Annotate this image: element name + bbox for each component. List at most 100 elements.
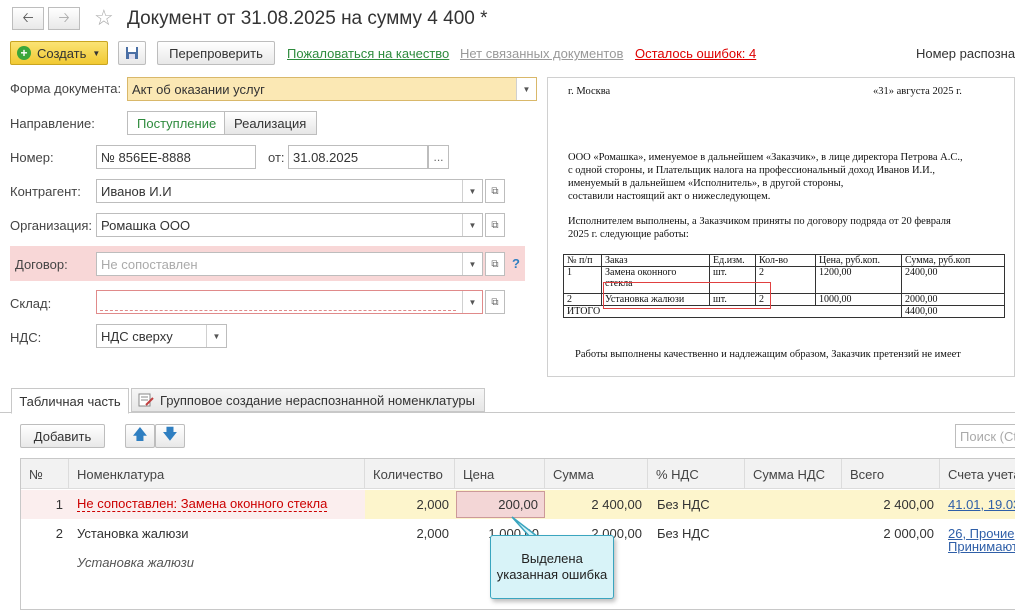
row-total[interactable]: 2 400,00 (842, 490, 934, 519)
row-subname: Установка жалюзи (77, 555, 194, 570)
number-label: Номер: (10, 150, 54, 165)
chevron-down-icon[interactable]: ▼ (516, 78, 536, 100)
chevron-down-icon[interactable]: ▼ (462, 180, 482, 202)
preview-works-text: Исполнителем выполнены, а Заказчиком при… (568, 216, 951, 240)
col-total[interactable]: Всего (842, 459, 940, 489)
row-price[interactable]: 200,00 (456, 491, 545, 518)
error-underline (100, 310, 456, 311)
window-title: Документ от 31.08.2025 на сумму 4 400 * (127, 8, 488, 29)
errors-link[interactable]: Осталось ошибок: 4 (635, 46, 756, 61)
tab-table-part[interactable]: Табличная часть (11, 388, 129, 414)
warehouse-label: Склад: (10, 296, 52, 311)
counterparty-field[interactable]: Иванов И.И ▼ (96, 179, 483, 203)
create-label: Создать (37, 45, 87, 61)
recognized-number-label: Номер распозна (916, 46, 1015, 61)
contract-placeholder: Не сопоставлен (101, 256, 198, 272)
forward-button[interactable]: 🡢 (48, 7, 80, 30)
move-up-button[interactable]: 🡅 (125, 424, 155, 448)
help-icon[interactable]: ? (512, 256, 520, 271)
arrow-up-icon: 🡅 (132, 425, 148, 443)
open-contract-button[interactable]: ⧉ (485, 252, 505, 276)
chevron-down-icon[interactable]: ▼ (462, 291, 482, 313)
create-button[interactable]: + Создать ▼ (10, 41, 108, 65)
complain-link[interactable]: Пожаловаться на качество (287, 46, 449, 61)
direction-label: Направление: (10, 116, 95, 131)
direction-out-toggle[interactable]: Реализация (224, 111, 317, 135)
chevron-down-icon[interactable]: ▼ (462, 253, 482, 275)
row-sum[interactable]: 2 400,00 (545, 490, 642, 519)
direction-in-toggle[interactable]: Поступление (127, 111, 227, 135)
chevron-down-icon: ▼ (92, 48, 101, 58)
row-vat[interactable]: Без НДС (657, 490, 710, 519)
tab-group-create-label: Групповое создание нераспознанной номенк… (160, 392, 476, 408)
preview-footer: Работы выполнены качественно и надлежащи… (575, 349, 961, 360)
row-accounts-link[interactable]: 41.01, 19.03 (948, 490, 1015, 519)
col-n[interactable]: № (21, 459, 69, 489)
open-icon: ⧉ (491, 296, 499, 308)
row-total[interactable]: 2 000,00 (842, 519, 934, 548)
open-icon: ⧉ (491, 258, 499, 270)
doc-form-select[interactable]: Акт об оказании услуг ▼ (127, 77, 537, 101)
star-icon[interactable]: ☆ (94, 5, 114, 31)
row-number: 2 (55, 526, 63, 541)
vat-value: НДС сверху (101, 328, 173, 344)
add-button[interactable]: Добавить (20, 424, 105, 448)
org-field[interactable]: Ромашка ООО ▼ (96, 213, 483, 237)
arrow-right-icon: 🡢 (58, 8, 70, 25)
related-docs-link[interactable]: Нет связанных документов (460, 46, 623, 61)
col-vat[interactable]: % НДС (648, 459, 745, 489)
col-vat-sum[interactable]: Сумма НДС (745, 459, 842, 489)
col-name[interactable]: Номенклатура (69, 459, 365, 489)
save-button[interactable] (118, 41, 146, 65)
move-down-button[interactable]: 🡇 (155, 424, 185, 448)
col-sum[interactable]: Сумма (545, 459, 648, 489)
row-name[interactable]: Установка жалюзи (77, 519, 189, 548)
preview-text: ООО «Ромашка», именуемое в дальнейшем «З… (568, 152, 963, 202)
contract-label: Договор: (15, 257, 68, 272)
col-price[interactable]: Цена (455, 459, 545, 489)
row-vat-sum[interactable] (745, 490, 835, 519)
vat-select[interactable]: НДС сверху ▼ (96, 324, 227, 348)
col-qty[interactable]: Количество (365, 459, 455, 489)
callout-line2: указанная ошибка (496, 567, 608, 582)
open-icon: ⧉ (491, 219, 499, 231)
from-label: от: (268, 150, 285, 165)
doc-form-value: Акт об оказании услуг (132, 81, 265, 97)
row-vat-sum[interactable] (745, 519, 835, 548)
counterparty-value: Иванов И.И (101, 183, 172, 199)
doc-form-label: Форма документа: (10, 81, 122, 96)
contract-field[interactable]: Не сопоставлен ▼ (96, 252, 483, 276)
date-picker-button[interactable]: ... (428, 145, 449, 169)
highlight-box (603, 282, 771, 309)
org-value: Ромашка ООО (101, 217, 191, 233)
row-qty[interactable]: 2,000 (365, 490, 449, 519)
tab-group-create[interactable]: Групповое создание нераспознанной номенк… (131, 388, 485, 412)
counterparty-label: Контрагент: (10, 184, 81, 199)
arrow-down-icon: 🡇 (162, 425, 178, 443)
chevron-down-icon[interactable]: ▼ (462, 214, 482, 236)
col-accounts[interactable]: Счета учета (940, 459, 1015, 489)
row-number: 1 (55, 497, 63, 512)
open-icon: ⧉ (491, 185, 499, 197)
row-name[interactable]: Не сопоставлен: Замена оконного стекла (77, 490, 328, 519)
callout-line1: Выделена (521, 551, 583, 566)
open-counterparty-button[interactable]: ⧉ (485, 179, 505, 203)
error-callout: Выделена указанная ошибка (490, 535, 614, 599)
open-org-button[interactable]: ⧉ (485, 213, 505, 237)
date-field[interactable]: 31.08.2025 (288, 145, 428, 169)
document-preview[interactable]: г. Москва «31» августа 2025 г. ООО «Рома… (547, 77, 1015, 377)
recheck-button[interactable]: Перепроверить (157, 41, 275, 65)
row-accounts-link-2[interactable]: Принимаются (948, 536, 1015, 556)
arrow-left-icon: 🡠 (22, 8, 34, 25)
preview-date: «31» августа 2025 г. (873, 86, 962, 97)
back-button[interactable]: 🡠 (12, 7, 44, 30)
plus-icon: + (17, 46, 31, 60)
edit-list-icon (138, 393, 154, 407)
grid-header: № Номенклатура Количество Цена Сумма % Н… (21, 459, 1015, 489)
open-warehouse-button[interactable]: ⧉ (485, 290, 505, 314)
number-field[interactable]: № 856ЕЕ-8888 (96, 145, 256, 169)
search-input[interactable]: Поиск (Ct (955, 424, 1015, 448)
row-vat[interactable]: Без НДС (657, 519, 710, 548)
chevron-down-icon[interactable]: ▼ (206, 325, 226, 347)
row-qty[interactable]: 2,000 (365, 519, 449, 548)
